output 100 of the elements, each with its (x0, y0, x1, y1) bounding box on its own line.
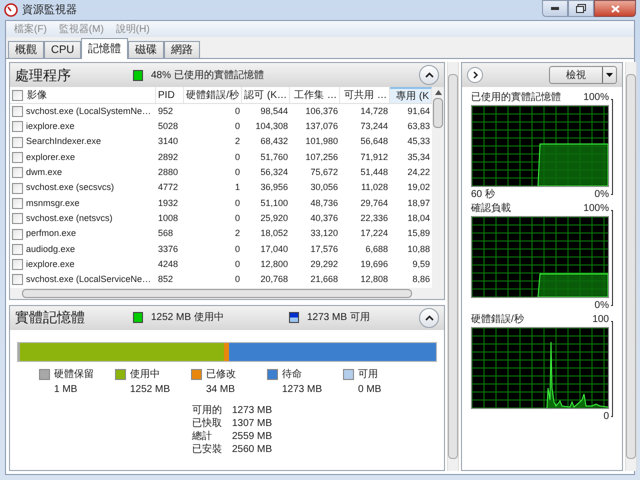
table-cell-text: 19,696 (360, 258, 388, 271)
table-cell-text: 17,040 (260, 242, 288, 256)
meter-icon (133, 70, 143, 80)
column-header[interactable]: PID (156, 87, 184, 103)
table-cell-text: 2 (234, 135, 240, 148)
column-header[interactable]: 認可 (K… (242, 87, 290, 103)
checkbox[interactable] (12, 90, 23, 100)
table-cell-text: 51,448 (360, 166, 388, 180)
table-cell-text: 6,688 (365, 242, 388, 256)
table-cell-text: 35,34 (407, 150, 430, 164)
table-cell-text: dwm.exe (26, 166, 62, 180)
table-cell-text: 22,336 (360, 212, 388, 225)
scrollbar-thumb[interactable] (433, 98, 443, 128)
table-cell-text: 12,800 (260, 258, 288, 271)
restore-icon (576, 4, 586, 13)
checkbox[interactable] (12, 106, 23, 118)
table-cell-text: 75,672 (310, 166, 338, 180)
table-cell-text: 71,912 (360, 150, 388, 164)
checkbox[interactable] (12, 182, 23, 194)
minimize-icon (551, 7, 559, 10)
checkbox[interactable] (12, 136, 23, 148)
table-cell-text: 3376 (158, 242, 178, 256)
checkbox[interactable] (12, 228, 23, 240)
chevron-up-icon (424, 72, 434, 78)
tab[interactable]: 記憶體 (81, 38, 128, 59)
legend-label: 使用中 (130, 368, 160, 382)
close-icon (610, 4, 620, 12)
table-cell-text: 2880 (158, 166, 178, 180)
available-summary: 1273 MB 可用 (307, 311, 370, 326)
expand-button[interactable] (467, 67, 483, 83)
table-cell-text: 18,97 (407, 196, 430, 210)
vertical-scrollbar[interactable] (432, 87, 444, 288)
summary-value: 1273 MB (232, 404, 272, 418)
table-cell-text: 137,076 (305, 120, 338, 134)
chevron-right-icon (472, 71, 478, 79)
checkbox[interactable] (12, 213, 23, 224)
table-cell-text: 1008 (158, 212, 178, 225)
table-cell-text: 952 (158, 104, 174, 118)
table-cell-text: svchost.exe (netsvcs) (26, 212, 113, 225)
column-header[interactable]: 硬體錯誤/秒 (184, 87, 242, 103)
tab[interactable]: 概觀 (8, 41, 44, 58)
scroll-up-arrow-icon[interactable] (434, 90, 442, 95)
collapse-button[interactable] (419, 308, 439, 328)
scrollbar-thumb[interactable] (22, 288, 412, 298)
table-cell-text: 98,544 (260, 104, 288, 118)
legend-value: 0 MB (357, 382, 382, 397)
checkbox[interactable] (12, 167, 23, 178)
table-cell-text: 17,224 (360, 227, 388, 240)
table-cell-text: 0 (234, 242, 240, 256)
restore-button[interactable] (568, 0, 594, 17)
column-header[interactable]: 專用 (K (390, 87, 432, 103)
memory-usage-summary: 48% 已使用的實體記憶體 (151, 68, 264, 82)
checkbox[interactable] (12, 198, 23, 209)
horizontal-scrollbar[interactable] (10, 288, 444, 299)
graph-min-label: 0% (594, 298, 609, 312)
table-cell-text: 101,980 (305, 135, 338, 148)
table-cell-text: svchost.exe (secsvcs) (26, 181, 114, 194)
checkbox[interactable] (12, 152, 23, 164)
legend-value: 1 MB (53, 382, 78, 397)
table-cell-text: 852 (158, 273, 174, 286)
table-cell-text: 30,056 (310, 181, 338, 194)
summary-label: 已安裝 (192, 442, 223, 457)
table-cell-text: explorer.exe (26, 150, 76, 164)
checkbox[interactable] (12, 274, 23, 286)
graph-max-label: 100% (583, 91, 609, 105)
section-title: 處理程序 (15, 66, 72, 84)
table-cell-text: 8,86 (412, 273, 430, 286)
tab[interactable]: 網路 (164, 41, 200, 58)
summary-value: 2560 MB (232, 442, 272, 457)
view-dropdown[interactable]: 檢視 (549, 66, 617, 84)
checkbox[interactable] (12, 244, 23, 255)
table-cell-text: 568 (158, 227, 174, 240)
checkbox[interactable] (12, 121, 23, 132)
table-cell-text: 29,764 (360, 196, 388, 210)
table-cell-text: 40,376 (310, 212, 338, 225)
minimize-button[interactable] (542, 0, 568, 17)
tab[interactable]: CPU (44, 41, 82, 58)
table-cell-text: 24,22 (407, 166, 430, 180)
close-button[interactable] (594, 0, 636, 17)
table-cell-text: 56,324 (260, 166, 288, 180)
table-cell-text: 9,59 (412, 258, 430, 271)
tab[interactable]: 磁碟 (128, 41, 164, 58)
table-cell-text: 11,028 (361, 181, 388, 194)
table-cell-text: 14,728 (360, 104, 388, 118)
table-cell-text: perfmon.exe (26, 227, 76, 240)
collapse-button[interactable] (419, 65, 439, 85)
legend-value: 34 MB (205, 382, 236, 397)
table-cell-text: 21,668 (310, 273, 338, 286)
table-cell-text: audiodg.exe (26, 242, 76, 256)
table-cell-text: svchost.exe (LocalServiceNe… (26, 273, 152, 286)
vertical-scrollbar[interactable] (625, 62, 637, 471)
checkbox[interactable] (12, 259, 23, 270)
summary-label: 可用的 (192, 404, 223, 418)
table-cell-text: 48,736 (310, 196, 338, 210)
table-cell-text: 1932 (158, 196, 178, 210)
column-header[interactable]: 工作集 … (290, 87, 340, 103)
column-header[interactable]: 影像 (10, 87, 156, 103)
table-cell-text: 91,64 (407, 104, 430, 118)
vertical-scrollbar[interactable] (447, 62, 459, 471)
legend-value: 1252 MB (129, 382, 172, 397)
